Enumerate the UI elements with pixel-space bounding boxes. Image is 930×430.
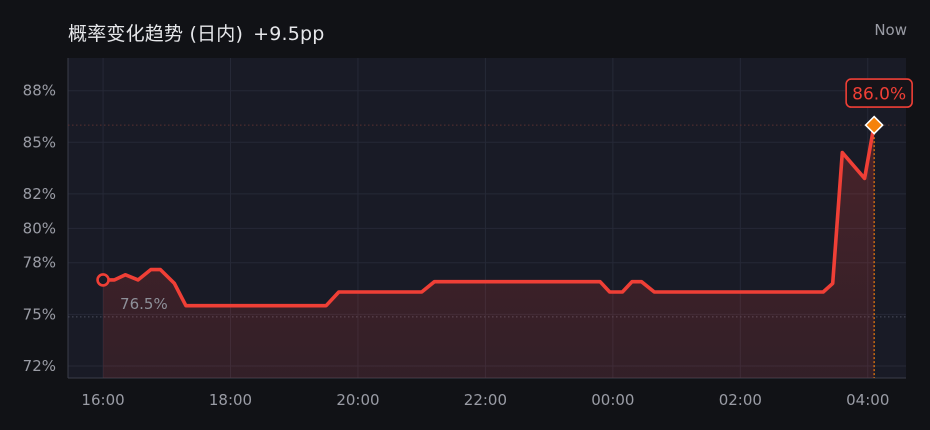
x-tick-label: 18:00 [209, 391, 252, 409]
y-tick-label: 72% [23, 357, 56, 375]
y-tick-label: 85% [23, 133, 56, 151]
y-tick-label: 88% [23, 82, 56, 100]
x-tick-label: 04:00 [846, 391, 889, 409]
y-tick-label: 80% [23, 219, 56, 237]
x-tick-label: 02:00 [719, 391, 762, 409]
x-tick-label: 00:00 [591, 391, 634, 409]
probability-chart: 72% 75% 78% 80% 82% 85% 88% 16:00 18:00 20:00 22:0… [23, 58, 913, 409]
y-tick-label: 82% [23, 185, 56, 203]
y-tick-label: 75% [23, 305, 56, 323]
y-tick-label: 78% [23, 254, 56, 272]
start-point-marker [96, 273, 110, 287]
x-tick-label: 20:00 [336, 391, 379, 409]
x-tick-label: 22:00 [464, 391, 507, 409]
current-value-label: 86.0% [852, 85, 906, 105]
x-tick-label: 16:00 [81, 391, 124, 409]
start-value-label: 76.5% [120, 295, 168, 313]
